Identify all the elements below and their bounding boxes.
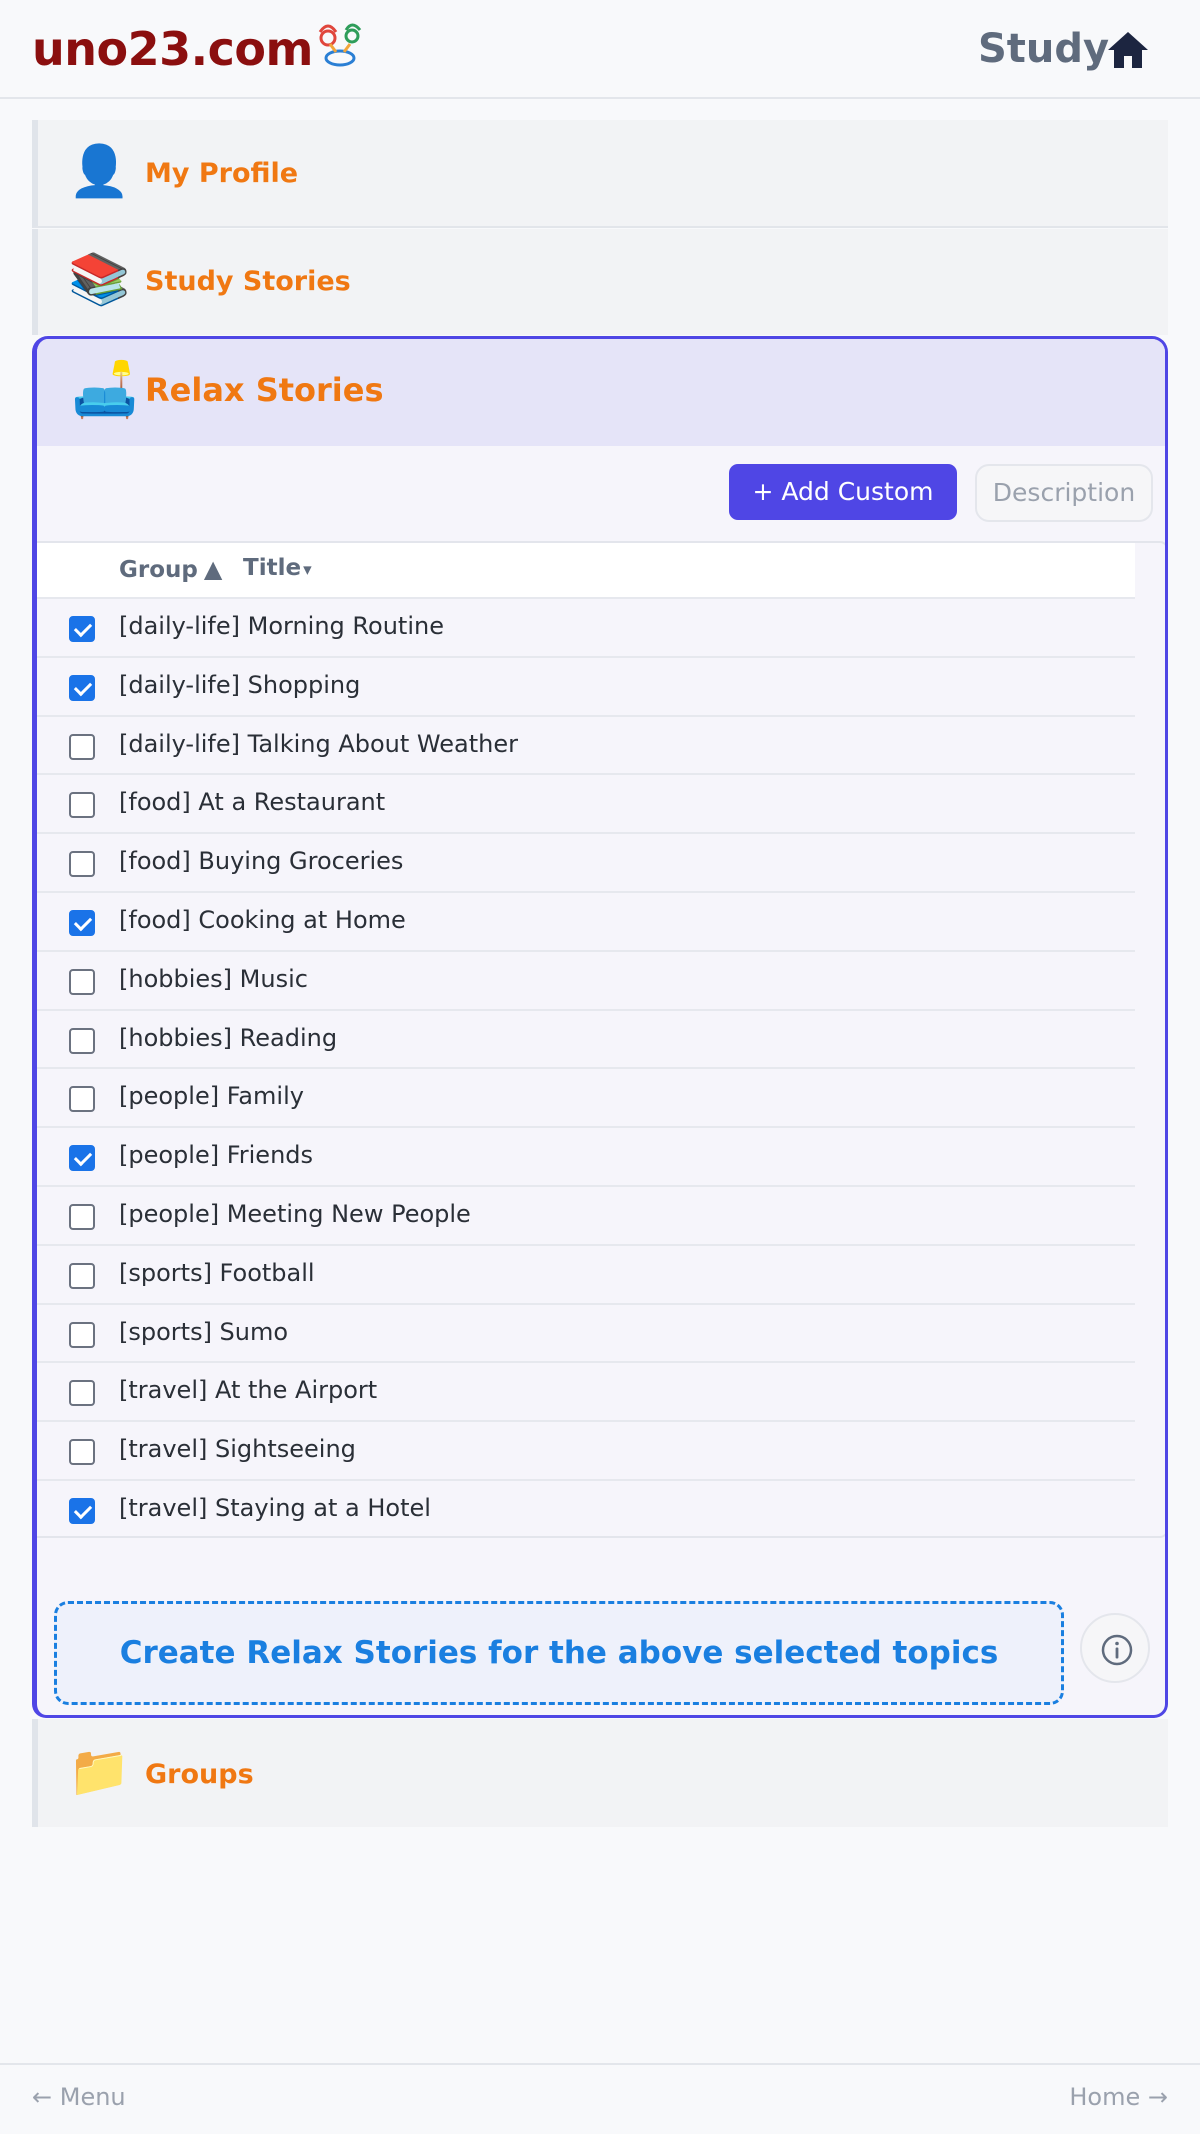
sidebar-item-label: Study Stories [145,266,351,297]
topic-label: [travel] Sightseeing [119,1435,356,1464]
table-row: [daily-life] Talking About Weather [37,717,1135,776]
topic-label: [sports] Sumo [119,1317,289,1346]
panel-title: Relax Stories [145,371,384,409]
table-row: [sports] Sumo [37,1305,1135,1364]
table-row: [daily-life] Morning Routine [37,599,1135,658]
sidebar-item-relax-stories[interactable]: 🛋️ Relax Stories [37,339,1165,446]
sort-title-header[interactable]: Title ▾ [243,555,312,581]
topic-checkbox[interactable] [69,1321,95,1348]
topic-label: [hobbies] Reading [119,1023,338,1052]
topic-checkbox[interactable] [69,968,95,995]
table-header: Group ▲ Title ▾ [37,543,1135,599]
table-row: [hobbies] Music [37,952,1135,1011]
topic-checkbox[interactable] [69,792,95,819]
info-button[interactable] [1080,1613,1150,1683]
table-row: [travel] Staying at a Hotel [37,1481,1135,1540]
topic-label: [people] Meeting New People [119,1199,471,1228]
column-label: Group [119,557,198,583]
topic-checkbox[interactable] [69,616,95,642]
topic-checkbox[interactable] [69,1497,95,1524]
person-icon: 👤 [68,142,131,200]
topic-label: [sports] Football [119,1258,315,1287]
page-title: Study [978,26,1110,72]
bottom-nav: ← Menu Home → [0,2063,1200,2134]
home-icon[interactable] [1106,30,1150,70]
table-row: [daily-life] Shopping [37,658,1135,717]
topic-checkbox[interactable] [69,674,95,701]
sort-ascending-icon: ▲ [203,555,223,583]
sort-dropdown-icon: ▾ [303,560,312,580]
sort-group-header[interactable]: Group ▲ [119,555,222,583]
topic-checkbox[interactable] [69,733,95,760]
table-row: [people] Meeting New People [37,1187,1135,1246]
topic-checkbox[interactable] [69,1380,95,1407]
topic-label: [travel] At the Airport [119,1376,378,1405]
home-link[interactable]: Home → [1069,2083,1168,2111]
topic-label: [people] Friends [119,1141,314,1170]
topic-label: [daily-life] Shopping [119,670,361,699]
info-icon [1101,1634,1133,1666]
table-row: [travel] At the Airport [37,1363,1135,1423]
topic-checkbox[interactable] [69,1203,95,1230]
table-row: [people] Friends [37,1128,1135,1187]
topic-label: [food] Cooking at Home [119,905,406,934]
books-icon: 📚 [68,250,131,308]
table-row: [food] Buying Groceries [37,834,1135,893]
topic-label: [people] Family [119,1082,304,1111]
topic-checkbox[interactable] [69,1262,95,1289]
table-row: [people] Family [37,1069,1135,1129]
create-relax-stories-button[interactable]: Create Relax Stories for the above selec… [54,1601,1064,1705]
topic-checkbox[interactable] [69,1027,95,1054]
topics-table: Group ▲ Title ▾ [daily-life] Morning Routi… [37,541,1165,1540]
top-bar: uno23.com Study [0,0,1200,99]
menu-link[interactable]: ← Menu [32,2083,126,2111]
sidebar-item-label: Groups [145,1759,254,1790]
folder-icon: 📁 [68,1742,131,1800]
topic-label: [hobbies] Music [119,964,308,993]
sidebar-item-groups[interactable]: 📁 Groups [32,1719,1168,1827]
table-row: [food] At a Restaurant [37,775,1135,835]
couch-lamp-icon: 🛋️ [71,358,139,421]
logo-icon [318,23,362,67]
table-row: [hobbies] Reading [37,1011,1135,1070]
relax-stories-panel: 🛋️ Relax Stories + Add Custom Descriptio… [32,336,1168,1718]
table-row: [travel] Sightseeing [37,1422,1135,1481]
table-row: [food] Cooking at Home [37,893,1135,952]
topic-label: [daily-life] Talking About Weather [119,729,518,758]
topic-label: [food] Buying Groceries [119,847,404,876]
topic-checkbox[interactable] [69,851,95,878]
topic-checkbox[interactable] [69,1145,95,1172]
topic-label: [travel] Staying at a Hotel [119,1493,431,1522]
topic-label: [daily-life] Morning Routine [119,612,444,640]
sidebar-item-profile[interactable]: 👤 My Profile [32,120,1168,228]
topic-checkbox[interactable] [69,1086,95,1113]
description-button[interactable]: Description [975,464,1153,522]
sidebar-item-study-stories[interactable]: 📚 Study Stories [32,229,1168,335]
topic-label: [food] At a Restaurant [119,788,386,817]
topic-checkbox[interactable] [69,1439,95,1466]
sidebar-item-label: My Profile [145,158,299,189]
table-row: [sports] Football [37,1246,1135,1305]
table-body: [daily-life] Morning Routine [daily-life]… [37,599,1135,1540]
brand-name[interactable]: uno23.com [32,22,313,76]
column-label: Title [243,555,302,581]
add-custom-button[interactable]: + Add Custom [729,464,957,520]
topic-checkbox[interactable] [69,909,95,936]
